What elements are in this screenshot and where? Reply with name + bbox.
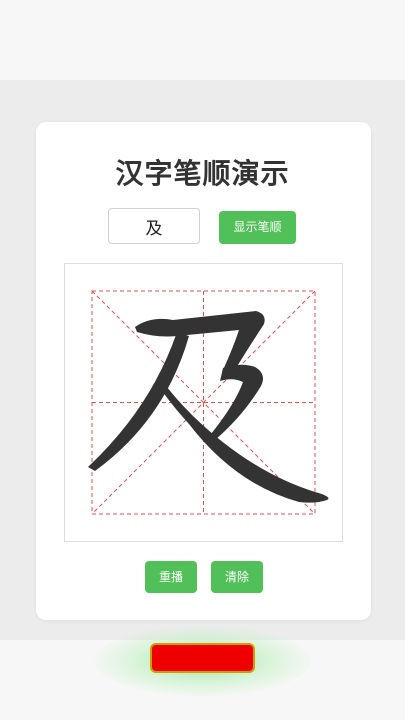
show-stroke-order-button[interactable]: 显示笔顺 <box>219 211 296 244</box>
page-title: 汉字笔顺演示 <box>115 157 290 190</box>
replay-button[interactable]: 重播 <box>145 561 197 593</box>
top-area <box>0 0 405 80</box>
stroke-top-horizontal <box>135 311 265 373</box>
character-canvas[interactable] <box>64 263 343 542</box>
bottom-red-bar[interactable] <box>150 643 255 673</box>
character-input[interactable] <box>108 208 200 244</box>
character-drawing <box>88 290 329 515</box>
clear-button[interactable]: 清除 <box>211 561 263 593</box>
